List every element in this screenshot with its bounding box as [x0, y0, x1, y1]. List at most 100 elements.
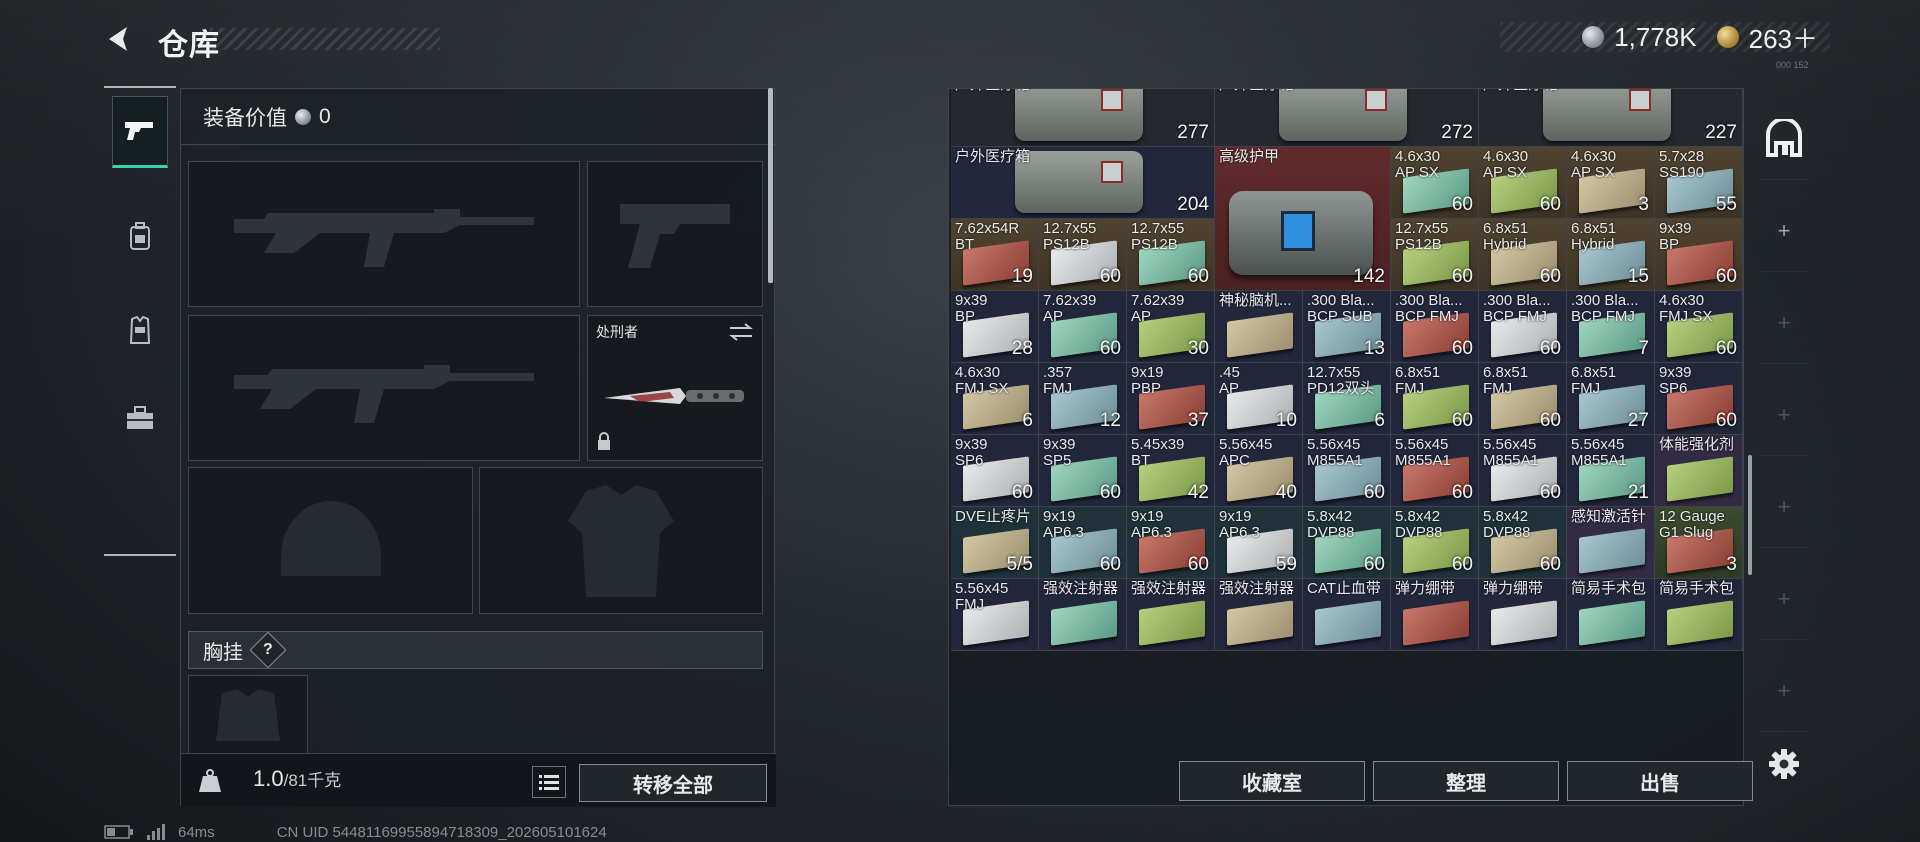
storage-item[interactable]: 9x39 BP 28: [951, 291, 1039, 363]
gold-currency-value[interactable]: 263＋: [1749, 19, 1818, 56]
primary-weapon-slot-1[interactable]: [188, 161, 580, 307]
body-armor-slot[interactable]: [479, 467, 763, 614]
item-count: 7: [1638, 338, 1649, 359]
storage-item[interactable]: 感知激活针: [1567, 507, 1655, 579]
storage-item[interactable]: 6.8x51 FMJ 60: [1391, 363, 1479, 435]
storage-item[interactable]: 高级护甲 142: [1215, 147, 1391, 291]
tab-storage-main[interactable]: [1758, 98, 1810, 180]
storage-item[interactable]: 神秘脑机...: [1215, 291, 1303, 363]
storage-item[interactable]: 9x19 AP6.3 59: [1215, 507, 1303, 579]
storage-item[interactable]: 弹力绷带: [1479, 579, 1567, 651]
storage-item[interactable]: 5.56x45 M855A1 60: [1479, 435, 1567, 507]
tab-backpack[interactable]: [112, 200, 168, 272]
transfer-all-button[interactable]: 转移全部: [579, 764, 767, 802]
tab-add-page[interactable]: +: [1758, 374, 1810, 456]
storage-item[interactable]: 简易手术包: [1655, 579, 1743, 651]
storage-item[interactable]: 4.6x30 AP SX 3: [1567, 147, 1655, 219]
sell-button[interactable]: 出售: [1567, 761, 1753, 801]
help-button[interactable]: ?: [249, 631, 287, 669]
item-count: 12: [1099, 410, 1121, 431]
storage-item[interactable]: 12.7x55 PS12B 60: [1039, 219, 1127, 291]
storage-item[interactable]: 12.7x55 PS12B 60: [1391, 219, 1479, 291]
storage-item[interactable]: 户外医疗箱 272: [1215, 89, 1479, 147]
tab-vest[interactable]: [112, 294, 168, 366]
storage-item[interactable]: DVE止疼片 5/5: [951, 507, 1039, 579]
storage-item[interactable]: 5.56x45 M855A1 21: [1567, 435, 1655, 507]
storage-item[interactable]: 6.8x51 Hybrid 60: [1479, 219, 1567, 291]
storage-item[interactable]: 6.8x51 Hybrid 15: [1567, 219, 1655, 291]
storage-item[interactable]: 5.8x42 DVP88 60: [1391, 507, 1479, 579]
storage-item[interactable]: 7.62x39 AP 60: [1039, 291, 1127, 363]
storage-item[interactable]: 4.6x30 AP SX 60: [1479, 147, 1567, 219]
storage-item[interactable]: 5.8x42 DVP88 60: [1303, 507, 1391, 579]
back-button[interactable]: [100, 22, 134, 56]
tab-weapons[interactable]: [112, 96, 168, 168]
storage-item[interactable]: 5.45x39 BT 42: [1127, 435, 1215, 507]
helmet-slot[interactable]: [188, 467, 473, 614]
tab-add-page[interactable]: +: [1758, 558, 1810, 640]
storage-item[interactable]: .300 Bla... BCP FMJ 60: [1391, 291, 1479, 363]
tab-add-page[interactable]: +: [1758, 466, 1810, 548]
storage-item[interactable]: .300 Bla... BCP FMJ 60: [1479, 291, 1567, 363]
storage-item[interactable]: 5.56x45 FMJ: [951, 579, 1039, 651]
storage-item[interactable]: CAT止血带: [1303, 579, 1391, 651]
item-icon: [1579, 600, 1645, 646]
storage-item[interactable]: 4.6x30 AP SX 60: [1391, 147, 1479, 219]
storage-item[interactable]: 5.56x45 APC 40: [1215, 435, 1303, 507]
storage-scrollbar[interactable]: [1748, 455, 1752, 575]
storage-item[interactable]: 12.7x55 PD12双头 6: [1303, 363, 1391, 435]
list-view-button[interactable]: [532, 766, 566, 798]
item-count: 5/5: [1006, 554, 1033, 575]
tab-add-page[interactable]: +: [1758, 190, 1810, 272]
storage-item[interactable]: 9x39 SP6 60: [951, 435, 1039, 507]
chest-rig-slot[interactable]: [188, 675, 308, 755]
tab-toolbox[interactable]: [112, 382, 168, 454]
settings-button[interactable]: [1766, 746, 1802, 782]
storage-item[interactable]: 户外医疗箱 227: [1479, 89, 1743, 147]
storage-item[interactable]: .300 Bla... BCP FMJ 7: [1567, 291, 1655, 363]
item-icon: [1051, 600, 1117, 646]
item-name: 9x39 SP5: [1043, 436, 1076, 469]
storage-item[interactable]: 12.7x55 PS12B 60: [1127, 219, 1215, 291]
item-name: 5.56x45 M855A1: [1307, 436, 1363, 469]
storage-item[interactable]: 弹力绷带: [1391, 579, 1479, 651]
swap-icon[interactable]: [728, 322, 754, 347]
secondary-weapon-slot[interactable]: [587, 161, 763, 307]
storage-item[interactable]: .357 FMJ 12: [1039, 363, 1127, 435]
storage-item[interactable]: 简易手术包: [1567, 579, 1655, 651]
storage-item[interactable]: 12 Gauge G1 Slug 3: [1655, 507, 1743, 579]
tab-add-page[interactable]: +: [1758, 282, 1810, 364]
storage-item[interactable]: 6.8x51 FMJ 27: [1567, 363, 1655, 435]
melee-weapon-slot[interactable]: 处刑者: [587, 315, 763, 461]
storage-item[interactable]: 9x39 SP5 60: [1039, 435, 1127, 507]
storage-item[interactable]: 9x39 BP 60: [1655, 219, 1743, 291]
tab-add-page[interactable]: +: [1758, 650, 1810, 732]
item-count: 60: [1099, 554, 1121, 575]
storage-item[interactable]: 强效注射器: [1215, 579, 1303, 651]
storage-item[interactable]: 5.8x42 DVP88 60: [1479, 507, 1567, 579]
storage-item[interactable]: 9x19 AP6.3 60: [1127, 507, 1215, 579]
storage-item[interactable]: 4.6x30 FMJ SX 6: [951, 363, 1039, 435]
storage-item[interactable]: 7.62x54R BT 19: [951, 219, 1039, 291]
storage-item[interactable]: 户外医疗箱 204: [951, 147, 1215, 219]
primary-weapon-slot-2[interactable]: [188, 315, 580, 461]
storage-item[interactable]: 6.8x51 FMJ 60: [1479, 363, 1567, 435]
storage-item[interactable]: 强效注射器: [1039, 579, 1127, 651]
storage-item[interactable]: 9x19 AP6.3 60: [1039, 507, 1127, 579]
equipment-scrollbar[interactable]: [768, 88, 773, 283]
storage-item[interactable]: 强效注射器: [1127, 579, 1215, 651]
storage-item[interactable]: 7.62x39 AP 30: [1127, 291, 1215, 363]
storage-item[interactable]: .45 AP 10: [1215, 363, 1303, 435]
storage-item[interactable]: 9x19 PBP 37: [1127, 363, 1215, 435]
backpack-icon: [130, 222, 150, 250]
storage-item[interactable]: 4.6x30 FMJ SX 60: [1655, 291, 1743, 363]
storage-item[interactable]: 体能强化剂: [1655, 435, 1743, 507]
storage-item[interactable]: 9x39 SP6 60: [1655, 363, 1743, 435]
organize-button[interactable]: 整理: [1373, 761, 1559, 801]
storage-item[interactable]: 户外医疗箱 277: [951, 89, 1215, 147]
storage-item[interactable]: 5.56x45 M855A1 60: [1391, 435, 1479, 507]
storage-item[interactable]: .300 Bla... BCP SUB 13: [1303, 291, 1391, 363]
collection-room-button[interactable]: 收藏室: [1179, 761, 1365, 801]
storage-item[interactable]: 5.56x45 M855A1 60: [1303, 435, 1391, 507]
storage-item[interactable]: 5.7x28 SS190 55: [1655, 147, 1743, 219]
